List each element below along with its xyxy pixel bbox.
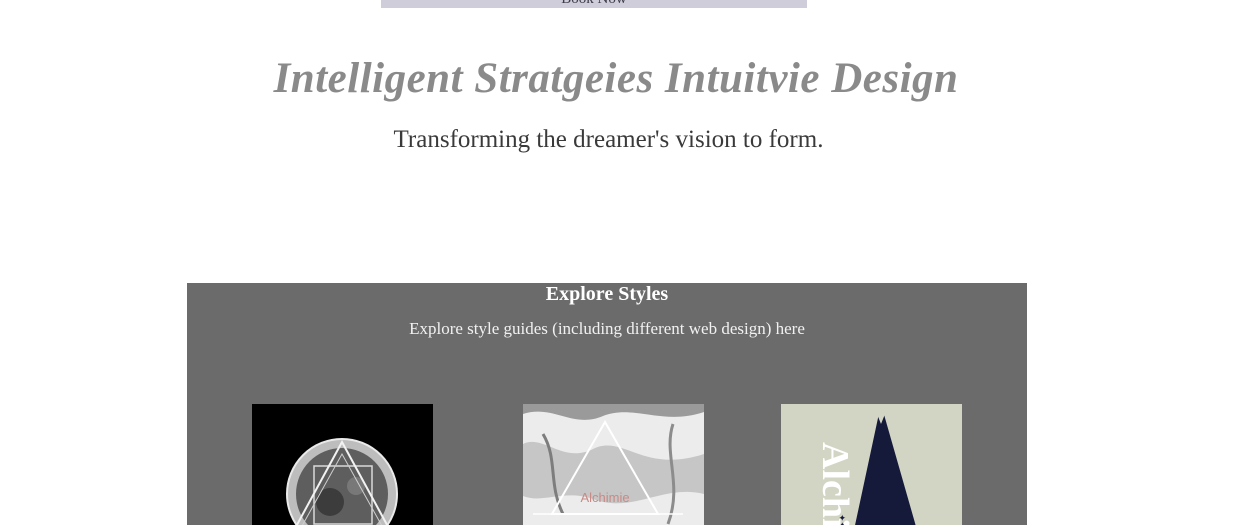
grunge-triangle-emblem-image: Alchimie: [523, 404, 704, 525]
navy-triangle-poster-image: ✦✦✦: [781, 404, 962, 525]
book-now-label: Book Now: [381, 0, 807, 8]
style-card-navy-poster[interactable]: ✦✦✦ Alchi: [781, 404, 962, 525]
explore-styles-section: Explore Styles Explore style guides (inc…: [187, 283, 1027, 525]
hero-title: Intelligent Stratgeies Intuitvie Design: [273, 55, 959, 102]
book-now-button[interactable]: Book Now: [381, 0, 807, 8]
explore-styles-title: Explore Styles: [545, 283, 669, 305]
grunge-emblem-text: Alchimie: [580, 490, 629, 505]
style-card-dark-emblem[interactable]: [252, 404, 433, 525]
navy-poster-text: Alchi: [814, 442, 856, 525]
explore-styles-description: Explore style guides (including differen…: [409, 319, 805, 338]
dark-circle-triangle-emblem-image: [252, 404, 433, 525]
hero-subtitle: Transforming the dreamer's vision to for…: [393, 126, 824, 153]
style-card-grunge-emblem[interactable]: Alchimie: [523, 404, 704, 525]
